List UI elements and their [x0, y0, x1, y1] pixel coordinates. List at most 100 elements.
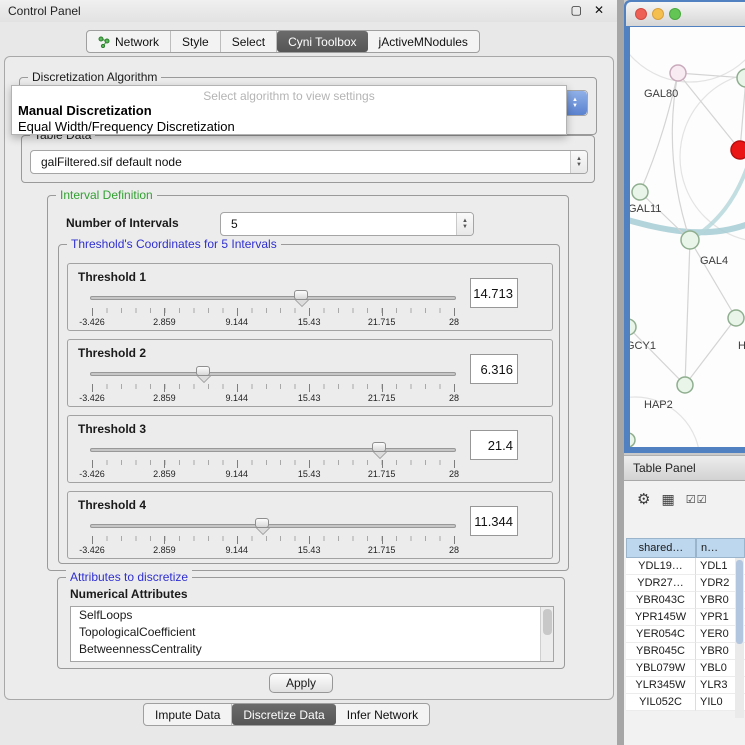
node-hap2[interactable]	[677, 377, 693, 393]
threshold-1-label: Threshold 1	[78, 270, 146, 284]
threshold-2-slider[interactable]	[90, 366, 456, 382]
threshold-3-slider-thumb[interactable]	[372, 442, 386, 452]
list-scrollbar-thumb[interactable]	[543, 609, 552, 635]
tick-label: 28	[449, 469, 459, 479]
threshold-3-slider[interactable]	[90, 442, 456, 458]
node-gal4[interactable]	[681, 231, 699, 249]
slider-track[interactable]	[90, 448, 456, 452]
node-right-mid[interactable]	[728, 310, 744, 326]
slider-tick-marks	[92, 308, 454, 316]
popup-item-manual-discretization[interactable]: Manual Discretization	[18, 103, 152, 118]
threshold-3-value-field[interactable]	[470, 430, 518, 460]
number-of-intervals-combobox[interactable]: 5 ▲ ▼	[220, 212, 474, 236]
node-partial-top-right[interactable]	[737, 69, 745, 87]
tab-network[interactable]: Network	[87, 31, 171, 52]
cell-shared-name[interactable]: YLR345W	[626, 677, 696, 694]
cell-shared-name[interactable]: YBR045C	[626, 643, 696, 660]
threshold-1-box: Threshold 1 -3.426 2.859 9.144 15.43 21.…	[67, 263, 553, 331]
combo-stepper-icon[interactable]: ▲ ▼	[456, 213, 473, 235]
threshold-1-slider-thumb[interactable]	[294, 290, 308, 300]
node-gal80[interactable]	[670, 65, 686, 81]
table-row[interactable]: YBR045CYBR0	[626, 643, 745, 660]
threshold-4-slider[interactable]	[90, 518, 456, 534]
tab-jactivemnodules[interactable]: jActiveMNodules	[368, 31, 479, 52]
list-item-selfloops[interactable]: SelfLoops	[71, 607, 553, 624]
tick-label: 9.144	[226, 393, 249, 403]
gear-icon[interactable]: ⚙	[637, 490, 650, 508]
cell-shared-name[interactable]: YBL079W	[626, 660, 696, 677]
table-row[interactable]: YDR27…YDR2	[626, 575, 745, 592]
tab-discretize-data[interactable]: Discretize Data	[232, 704, 335, 725]
node-gal11[interactable]	[632, 184, 648, 200]
apply-button[interactable]: Apply	[269, 673, 333, 693]
table-row[interactable]: YBR043CYBR0	[626, 592, 745, 609]
cell-shared-name[interactable]: YIL052C	[626, 694, 696, 711]
network-canvas[interactable]: GAL80 GAL11 GAL4 GCY1 HAP2 H	[630, 27, 745, 447]
slider-track[interactable]	[90, 296, 456, 300]
checkbox-icon: ☑	[697, 494, 708, 506]
columns-icon[interactable]: ▦	[661, 491, 674, 508]
tab-cyni-toolbox-label: Cyni Toolbox	[288, 35, 356, 49]
threshold-1-value-field[interactable]	[470, 278, 518, 308]
list-item-topologicalcoefficient[interactable]: TopologicalCoefficient	[71, 624, 553, 641]
close-traffic-light[interactable]	[635, 8, 647, 20]
cell-shared-name[interactable]: YPR145W	[626, 609, 696, 626]
popup-item-equal-width-frequency[interactable]: Equal Width/Frequency Discretization	[18, 119, 235, 134]
close-window-icon[interactable]: ✕	[594, 3, 604, 17]
combo-down-arrow-icon: ▼	[576, 162, 582, 168]
node-selected-red[interactable]	[731, 141, 745, 159]
tick-label: 21.715	[368, 393, 396, 403]
node-label-partial: H	[738, 340, 745, 352]
cell-shared-name[interactable]: YBR043C	[626, 592, 696, 609]
tab-style[interactable]: Style	[171, 31, 221, 52]
tick-label: 9.144	[226, 469, 249, 479]
table-panel-body: ⚙ ▦ ☑☑ shared… n… YDL19…YDL1 YDR27…YDR2 …	[624, 481, 745, 745]
table-panel-header: Table Panel	[624, 455, 745, 481]
tick-label: 2.859	[153, 545, 176, 555]
cell-shared-name[interactable]: YDL19…	[626, 558, 696, 575]
cell-shared-name[interactable]: YDR27…	[626, 575, 696, 592]
threshold-4-value-field[interactable]	[470, 506, 518, 536]
tick-label: 9.144	[226, 317, 249, 327]
minimize-traffic-light[interactable]	[652, 8, 664, 20]
slider-track[interactable]	[90, 524, 456, 528]
table-scrollbar-thumb[interactable]	[736, 560, 743, 644]
panel-divider[interactable]	[617, 0, 624, 745]
node-gcy1[interactable]	[630, 319, 636, 335]
select-rows-icon[interactable]: ☑☑	[686, 493, 708, 506]
tab-infer-network[interactable]: Infer Network	[336, 704, 429, 725]
cell-shared-name[interactable]: YER054C	[626, 626, 696, 643]
tick-label: 15.43	[298, 317, 321, 327]
threshold-4-box: Threshold 4 -3.426 2.859 9.144 15.43 21.…	[67, 491, 553, 559]
tab-impute-data[interactable]: Impute Data	[144, 704, 232, 725]
threshold-2-slider-thumb[interactable]	[196, 366, 210, 376]
float-window-icon[interactable]: ▢	[571, 3, 582, 17]
table-data-combobox[interactable]: galFiltered.sif default node ▲ ▼	[30, 150, 588, 174]
tab-cyni-toolbox[interactable]: Cyni Toolbox	[277, 31, 367, 52]
tick-label: 28	[449, 393, 459, 403]
table-row[interactable]: YDL19…YDL1	[626, 558, 745, 575]
node-partial-bottom-left[interactable]	[630, 433, 635, 447]
column-header-shared-name[interactable]: shared…	[626, 538, 696, 558]
table-row[interactable]: YIL052CYIL0	[626, 694, 745, 711]
threshold-coordinates-title: Threshold's Coordinates for 5 Intervals	[67, 237, 281, 251]
tab-select[interactable]: Select	[221, 31, 277, 52]
table-row[interactable]: YER054CYER0	[626, 626, 745, 643]
list-scrollbar[interactable]	[540, 607, 553, 661]
combo-stepper-icon[interactable]: ▲ ▼	[570, 151, 587, 173]
threshold-2-label: Threshold 2	[78, 346, 146, 360]
table-row[interactable]: YBL079WYBL0	[626, 660, 745, 677]
table-row[interactable]: YPR145WYPR1	[626, 609, 745, 626]
column-header-name[interactable]: n…	[696, 538, 745, 558]
table-row[interactable]: YLR345WYLR3	[626, 677, 745, 694]
threshold-1-slider[interactable]	[90, 290, 456, 306]
slider-track[interactable]	[90, 372, 456, 376]
numerical-attributes-list: SelfLoops TopologicalCoefficient Between…	[70, 606, 554, 662]
slider-tick-labels: -3.426 2.859 9.144 15.43 21.715 28	[92, 393, 454, 403]
list-item-betweennesscentrality[interactable]: BetweennessCentrality	[71, 641, 553, 658]
zoom-traffic-light[interactable]	[669, 8, 681, 20]
table-scrollbar[interactable]	[735, 558, 744, 718]
attributes-group-title: Attributes to discretize	[66, 570, 192, 584]
threshold-2-value-field[interactable]	[470, 354, 518, 384]
threshold-4-slider-thumb[interactable]	[255, 518, 269, 528]
